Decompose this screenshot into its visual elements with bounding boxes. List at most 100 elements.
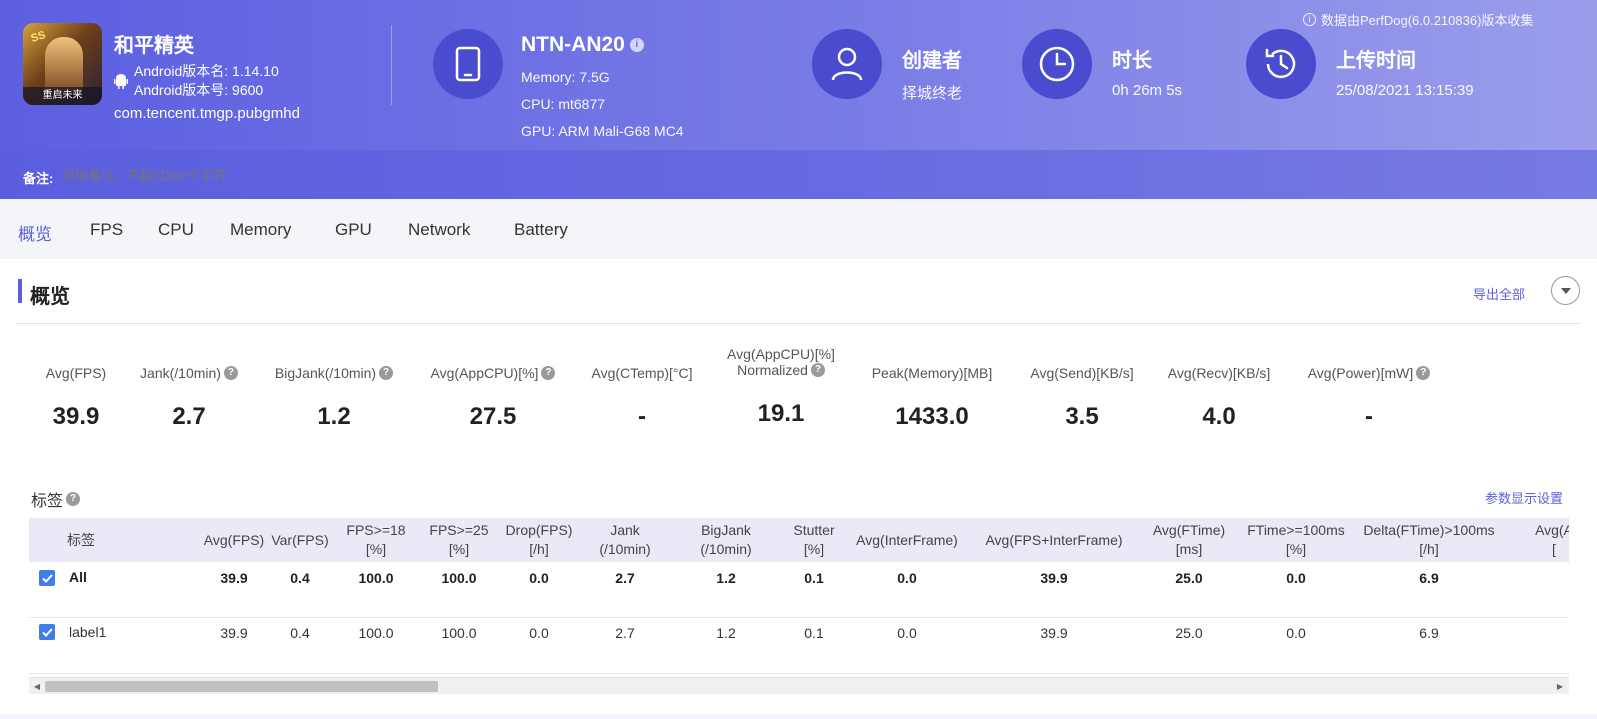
metric-value: 4.0 — [1202, 403, 1236, 430]
metric-label: Avg(Recv)[KB/s] — [1167, 365, 1271, 381]
app-icon-figure — [45, 37, 83, 93]
android-version-info: Android版本名: 1.14.10 Android版本号: 9600 — [114, 62, 279, 100]
upload-title: 上传时间 — [1336, 50, 1416, 72]
metric-label: Avg(AppCPU)[%] — [727, 346, 835, 362]
tags-title: 标签? — [31, 487, 81, 511]
tags-title-text: 标签 — [31, 493, 64, 510]
section-accent-bar — [18, 279, 22, 303]
column-header-line: Avg(InterFrame) — [856, 532, 958, 548]
metric-label: Avg(Power)[mW] — [1307, 365, 1414, 381]
table-cell: 25.0 — [1175, 625, 1203, 641]
metric-value: 2.7 — [172, 403, 206, 430]
chevron-down-icon — [1560, 287, 1571, 294]
report-header: SS 重启未来 和平精英 Android版本名: 1.14.10 Android… — [0, 0, 1597, 199]
tab-gpu[interactable]: GPU — [335, 220, 372, 240]
metric-peak-memory: Peak(Memory)[MB] 1433.0 — [862, 365, 1002, 431]
table-cell: 6.9 — [1419, 570, 1439, 586]
history-icon — [1246, 29, 1316, 99]
scroll-left-arrow[interactable]: ◀ — [32, 681, 42, 692]
help-icon[interactable]: ? — [810, 363, 825, 377]
table-cell: 39.9 — [1040, 570, 1068, 586]
checkmark-icon — [41, 627, 53, 637]
table-cell: 0.0 — [1286, 625, 1306, 641]
app-name: 和平精英 — [114, 35, 194, 57]
help-icon[interactable]: ? — [379, 366, 394, 380]
app-icon-strip: 重启未来 — [23, 87, 102, 105]
app-package: com.tencent.tmgp.pubgmhd — [114, 105, 300, 122]
metric-bigjank: BigJank(/10min)? 1.2 — [266, 365, 402, 431]
table-cell: 6.9 — [1419, 625, 1439, 641]
checkmark-icon — [41, 573, 53, 583]
tab-network[interactable]: Network — [408, 220, 470, 240]
horizontal-scrollbar[interactable]: ◀ ▶ — [29, 677, 1569, 694]
param-display-settings-link[interactable]: 参数显示设置 — [1485, 488, 1563, 507]
app-icon: SS 重启未来 — [23, 23, 102, 105]
table-row-all: All 39.9 0.4 100.0 100.0 0.0 2.7 1.2 0.1 0.0 39.9 2… — [29, 562, 1569, 618]
metric-avg-recv: Avg(Recv)[KB/s] 4.0 — [1160, 365, 1278, 431]
metric-avg-power: Avg(Power)[mW]? - — [1298, 365, 1440, 431]
device-gpu: GPU: ARM Mali-G68 MC4 — [521, 123, 684, 139]
metric-label: Avg(CTemp)[°C] — [591, 365, 693, 381]
tab-battery[interactable]: Battery — [514, 220, 568, 240]
tab-memory[interactable]: Memory — [230, 220, 291, 240]
export-all-link[interactable]: 导出全部 — [1473, 284, 1525, 303]
column-header: Avg(A [ — [1474, 521, 1569, 559]
metric-value: 39.9 — [52, 403, 100, 430]
help-icon[interactable]: ? — [66, 492, 81, 506]
duration-value: 0h 26m 5s — [1112, 82, 1183, 99]
metric-avg-appcpu: Avg(AppCPU)[%]? 27.5 — [420, 365, 566, 431]
metric-value: 1.2 — [317, 403, 351, 430]
metric-label: BigJank(/10min) — [274, 365, 377, 381]
metric-avg-fps: Avg(FPS) 39.9 — [36, 365, 116, 431]
metric-label-line2: Normalized — [737, 362, 808, 378]
column-header-line: Avg(A — [1535, 522, 1569, 538]
duration-title: 时长 — [1112, 50, 1152, 72]
phone-icon — [433, 29, 503, 99]
user-icon — [812, 29, 882, 99]
tags-table: 标签 Avg(FPS) Var(FPS) FPS>=18 [%] FPS>=25 [%] Dr… — [29, 518, 1569, 694]
metric-value: - — [1365, 403, 1373, 430]
metric-avg-send: Avg(Send)[KB/s] 3.5 — [1022, 365, 1142, 431]
device-name: NTN-AN20 i — [521, 33, 644, 57]
row-checkbox[interactable] — [39, 624, 55, 640]
column-header-line: 标签 — [67, 532, 95, 548]
column-header: 标签 — [67, 531, 95, 550]
metric-avg-ctemp: Avg(CTemp)[°C] - — [584, 365, 700, 431]
table-cell: 0.0 — [1286, 570, 1306, 586]
metric-avg-appcpu-normalized: Avg(AppCPU)[%] Normalized? 19.1 — [716, 346, 846, 428]
table-cell: 25.0 — [1175, 570, 1203, 586]
creator-title: 创建者 — [902, 50, 962, 72]
device-cpu: CPU: mt6877 — [521, 96, 606, 112]
tab-fps[interactable]: FPS — [90, 220, 123, 240]
metric-value: 1433.0 — [895, 403, 969, 430]
table-cell: 0.0 — [897, 570, 917, 586]
device-name-text: NTN-AN20 — [521, 33, 625, 56]
row-label: All — [69, 569, 87, 585]
metric-value: - — [638, 403, 646, 430]
table-cell: 39.9 — [1040, 625, 1068, 641]
upload-value: 25/08/2021 13:15:39 — [1336, 82, 1474, 99]
help-icon[interactable]: ? — [541, 366, 556, 380]
scroll-right-arrow[interactable]: ▶ — [1555, 681, 1565, 692]
metric-label: Avg(AppCPU)[%] — [430, 365, 539, 381]
metric-value: 19.1 — [757, 400, 805, 427]
device-info-icon[interactable]: i — [629, 38, 644, 52]
help-icon[interactable]: ? — [223, 366, 238, 380]
help-icon[interactable]: ? — [1416, 366, 1431, 380]
creator-value: 择城终老 — [902, 85, 963, 102]
tab-overview[interactable]: 概览 — [18, 220, 52, 245]
metric-label: Avg(FPS) — [45, 365, 107, 381]
collapse-button[interactable] — [1551, 276, 1580, 305]
metric-value: 3.5 — [1065, 403, 1099, 430]
row-label: label1 — [69, 624, 107, 640]
metric-jank: Jank(/10min)? 2.7 — [130, 365, 248, 431]
clock-icon — [1022, 29, 1092, 99]
note-input[interactable] — [62, 168, 362, 183]
tab-cpu[interactable]: CPU — [158, 220, 194, 240]
metric-value: 27.5 — [469, 403, 517, 430]
section-divider — [16, 323, 1580, 324]
scroll-thumb[interactable] — [45, 681, 438, 692]
row-checkbox[interactable] — [39, 570, 55, 586]
overview-title: 概览 — [30, 286, 70, 308]
header-divider — [391, 25, 392, 105]
